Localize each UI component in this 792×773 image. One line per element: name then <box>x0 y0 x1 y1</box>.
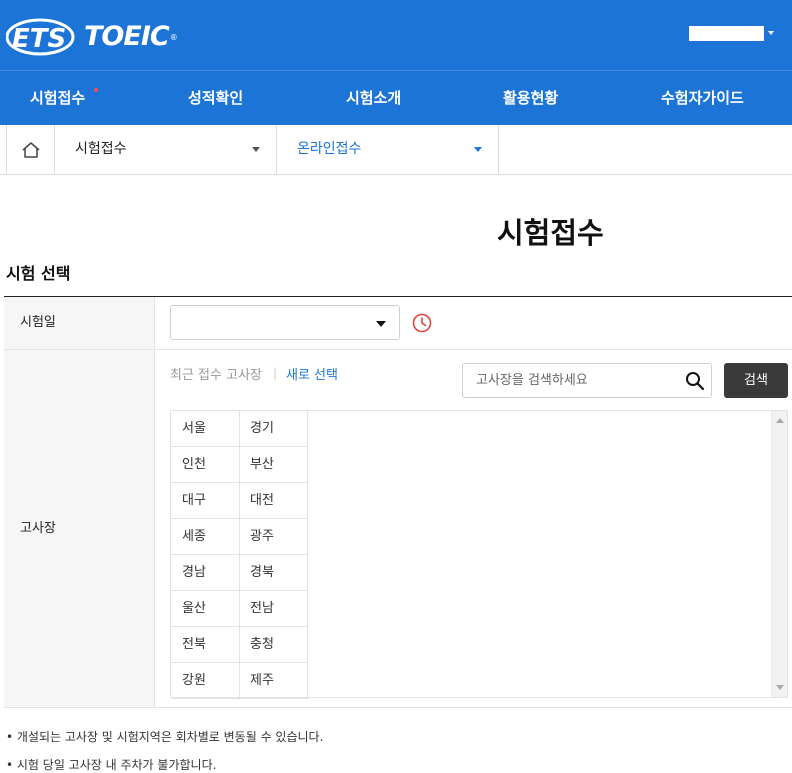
section-title: 시험 선택 <box>6 264 71 283</box>
breadcrumb-level1-select[interactable]: 시험접수 <box>55 125 277 174</box>
region-item[interactable]: 경북 <box>239 555 308 591</box>
row-divider <box>4 707 792 708</box>
clock-icon[interactable] <box>412 313 432 333</box>
chevron-down-icon <box>376 321 386 327</box>
site-header: ETS TOEIC ® <box>0 0 792 70</box>
ets-toeic-logo[interactable]: ETS TOEIC ® <box>6 14 178 60</box>
user-menu[interactable] <box>689 26 764 41</box>
search-button[interactable]: 검색 <box>724 363 788 398</box>
nav-item-intro[interactable]: 시험소개 <box>346 71 401 126</box>
chevron-down-icon[interactable] <box>768 31 774 35</box>
region-item[interactable]: 전북 <box>171 627 240 663</box>
scrollbar[interactable] <box>771 411 787 697</box>
nav-item-guide[interactable]: 수험자가이드 <box>661 71 744 126</box>
new-select-link[interactable]: 새로 선택 <box>286 364 338 383</box>
region-item[interactable]: 제주 <box>239 663 308 699</box>
recent-venue-link[interactable]: 최근 접수 고사장 <box>170 364 262 383</box>
exam-date-select[interactable] <box>170 305 400 340</box>
breadcrumb-level2-select[interactable]: 온라인접수 <box>277 125 499 174</box>
breadcrumb-level1-label: 시험접수 <box>75 141 127 157</box>
region-item[interactable]: 대전 <box>239 483 308 519</box>
venue-search-box <box>462 363 712 398</box>
nav-item-score[interactable]: 성적확인 <box>188 71 243 126</box>
region-item[interactable]: 세종 <box>171 519 240 555</box>
venue-label: 고사장 <box>4 350 155 707</box>
ets-logo: ETS <box>6 16 78 58</box>
notice-text: • 시험 당일 고사장 내 주차가 불가합니다. <box>6 758 217 772</box>
region-item[interactable]: 서울 <box>171 411 240 447</box>
chevron-down-icon <box>252 147 260 152</box>
region-item[interactable]: 충청 <box>239 627 308 663</box>
chevron-down-icon <box>474 147 482 152</box>
region-list-panel: 서울 경기 인천 부산 대구 대전 세종 광주 경남 경북 울산 전남 전북 충청 강원 제주 <box>170 410 788 699</box>
exam-date-label: 시험일 <box>4 297 155 349</box>
page-title: 시험접수 <box>497 216 604 250</box>
region-item[interactable]: 강원 <box>171 663 240 699</box>
scroll-up-arrow-icon[interactable] <box>776 418 784 423</box>
main-nav: 시험접수 성적확인 시험소개 활용현황 수험자가이드 <box>0 70 792 125</box>
breadcrumb: 시험접수 온라인접수 <box>0 125 792 175</box>
region-item[interactable]: 경남 <box>171 555 240 591</box>
breadcrumb-level2-label: 온라인접수 <box>297 141 362 157</box>
notice-text: • 개설되는 고사장 및 시험지역은 회차별로 변동될 수 있습니다. <box>6 730 324 744</box>
ets-logo-text: ETS <box>12 24 66 54</box>
scroll-down-arrow-icon[interactable] <box>776 685 784 690</box>
new-indicator-dot <box>94 88 98 92</box>
region-item[interactable]: 울산 <box>171 591 240 627</box>
region-item[interactable]: 부산 <box>239 447 308 483</box>
region-item[interactable]: 광주 <box>239 519 308 555</box>
nav-item-usage[interactable]: 활용현황 <box>503 71 558 126</box>
search-icon[interactable] <box>685 371 705 391</box>
venue-search-input[interactable] <box>464 365 674 396</box>
region-item[interactable]: 대구 <box>171 483 240 519</box>
region-item[interactable]: 경기 <box>239 411 308 447</box>
region-item[interactable]: 전남 <box>239 591 308 627</box>
link-separator: | <box>273 366 278 380</box>
region-item[interactable]: 인천 <box>171 447 240 483</box>
toeic-logo-text: TOEIC <box>84 20 170 52</box>
home-icon <box>22 141 39 158</box>
home-button[interactable] <box>6 125 55 174</box>
nav-item-registration[interactable]: 시험접수 <box>30 71 85 126</box>
